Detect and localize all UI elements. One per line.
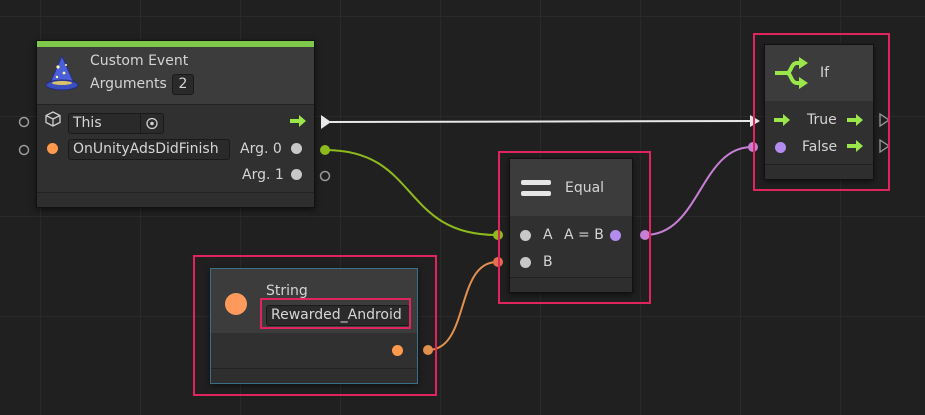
highlight-equal-node: [498, 151, 651, 304]
arg1-label: Arg. 1: [242, 167, 284, 183]
custom-event-title: Custom Event: [90, 53, 189, 69]
event-name-type-icon: [47, 143, 58, 154]
arg0-port-icon: [291, 143, 302, 154]
wire-arrow-out: [321, 115, 331, 129]
object-picker-button[interactable]: [140, 113, 164, 134]
name-left-port[interactable]: [18, 144, 30, 156]
arg0-output-port[interactable]: [320, 145, 330, 155]
arguments-label: Arguments: [90, 76, 167, 92]
cube-icon: [45, 111, 61, 127]
arg0-label: Arg. 0: [240, 141, 282, 157]
arg1-output-port[interactable]: [319, 170, 331, 182]
this-target-field[interactable]: This: [68, 113, 141, 134]
custom-event-header[interactable]: Custom Event Arguments 2: [37, 47, 314, 105]
target-picker-icon: [146, 117, 158, 130]
this-left-port[interactable]: [18, 116, 30, 128]
flow-output-arrow-icon: [290, 115, 306, 127]
highlight-if-node: [753, 33, 890, 191]
equal-to-condition-wire: [644, 146, 753, 236]
custom-event-node[interactable]: Custom Event Arguments 2 This OnUnityAds…: [36, 40, 315, 208]
control-flow-wire: [329, 120, 753, 123]
custom-event-footer: [37, 192, 314, 207]
custom-event-body: This OnUnityAdsDidFinish Arg. 0 Arg. 1: [37, 105, 314, 193]
highlight-string-value: [260, 298, 411, 329]
wizard-hat-icon: [45, 55, 79, 91]
event-name-field[interactable]: OnUnityAdsDidFinish: [68, 139, 230, 160]
arguments-count-field[interactable]: 2: [172, 74, 194, 95]
arg0-to-a-wire: [324, 149, 498, 236]
arg1-port-icon: [291, 169, 302, 180]
string-to-b-wire: [427, 261, 498, 351]
